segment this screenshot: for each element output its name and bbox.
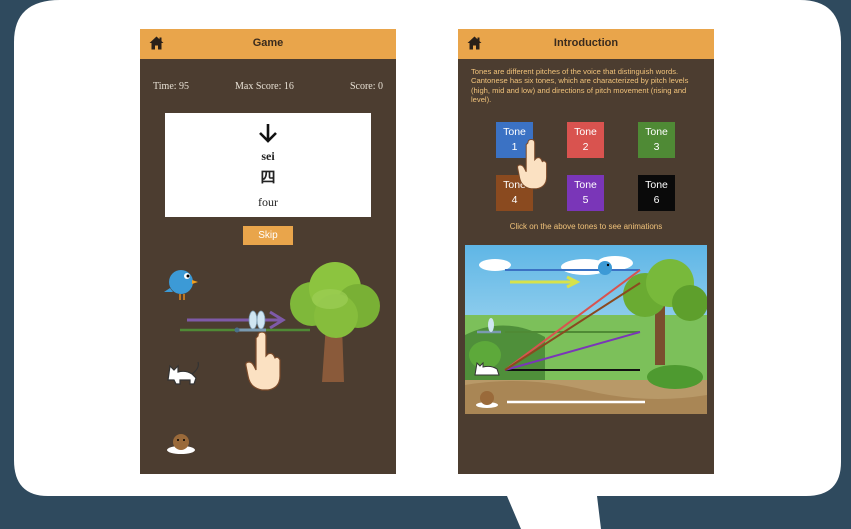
time-stat: Time: 95 bbox=[153, 81, 190, 92]
intro-description: Tones are different pitches of the voice… bbox=[471, 67, 689, 104]
page-title: Introduction bbox=[553, 37, 619, 49]
tone-label: Tone bbox=[574, 179, 597, 191]
tone-number: 2 bbox=[582, 141, 589, 153]
tone-path bbox=[180, 310, 310, 332]
game-header: Game bbox=[140, 29, 396, 59]
tone-number: 4 bbox=[511, 194, 518, 206]
chinese-character: 四 bbox=[260, 168, 276, 186]
page-title: Game bbox=[252, 37, 284, 49]
skip-button[interactable]: Skip bbox=[243, 226, 293, 245]
hand-pointer-icon bbox=[517, 138, 548, 190]
max-score-stat: Max Score: 16 bbox=[235, 81, 294, 92]
tone-6-button[interactable]: Tone 6 bbox=[638, 175, 675, 211]
tones-hint: Click on the above tones to see animatio… bbox=[509, 222, 663, 231]
romanization: sei bbox=[261, 149, 275, 163]
tone-3-button[interactable]: Tone 3 bbox=[638, 122, 675, 158]
tone-label: Tone bbox=[574, 126, 597, 138]
hamster-icon[interactable] bbox=[167, 434, 195, 454]
hand-pointer-icon bbox=[245, 332, 281, 391]
tone-label: Tone bbox=[645, 179, 668, 191]
dragonfly-icon[interactable] bbox=[234, 310, 267, 333]
tree-icon bbox=[290, 262, 380, 382]
cat-icon[interactable] bbox=[167, 361, 199, 385]
intro-screen: Introduction Tones are different pitches… bbox=[458, 29, 714, 474]
bird-icon[interactable] bbox=[164, 270, 198, 300]
speech-bubble bbox=[14, 0, 841, 529]
tone-number: 6 bbox=[653, 194, 660, 206]
down-arrow-icon bbox=[165, 123, 371, 148]
tone-5-button[interactable]: Tone 5 bbox=[567, 175, 604, 211]
score-stat: Score: 0 bbox=[349, 81, 383, 92]
tone-scene-illustration bbox=[465, 245, 707, 414]
tone-number: 5 bbox=[582, 194, 589, 206]
game-screen: Game Time: 95 Max Score: 16 Score: 0 sei… bbox=[140, 29, 396, 474]
word-card: sei 四 four bbox=[165, 113, 371, 217]
intro-header: Introduction bbox=[458, 29, 714, 59]
english-meaning: four bbox=[258, 195, 278, 209]
tone-number: 3 bbox=[653, 141, 660, 153]
tone-2-button[interactable]: Tone 2 bbox=[567, 122, 604, 158]
tone-label: Tone bbox=[645, 126, 668, 138]
bird-icon bbox=[598, 261, 612, 275]
